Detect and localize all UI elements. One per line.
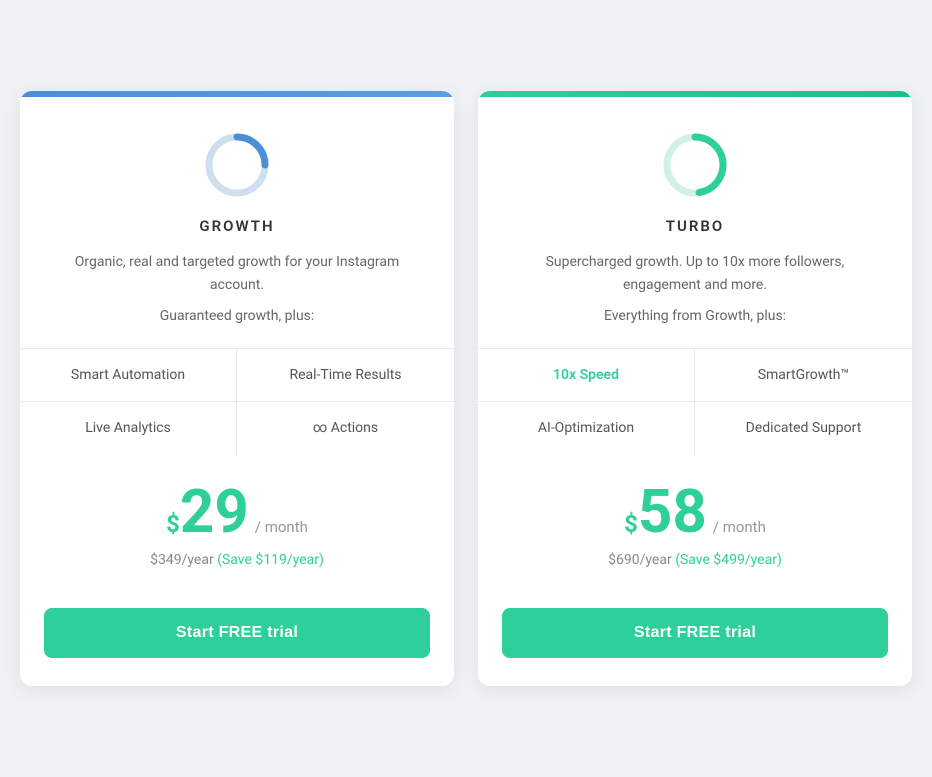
feature-cell: AI-Optimization <box>478 402 695 454</box>
price-save: (Save $499/year) <box>675 552 782 568</box>
card-tagline: Everything from Growth, plus: <box>508 308 882 324</box>
card-header: GROWTH Organic, real and targeted growth… <box>20 97 454 348</box>
price-annual: $690/year (Save $499/year) <box>508 552 882 568</box>
price-annual: $349/year (Save $119/year) <box>50 552 424 568</box>
card-growth: GROWTH Organic, real and targeted growth… <box>20 91 454 686</box>
pricing-container: GROWTH Organic, real and targeted growth… <box>20 91 912 686</box>
price-main: $ 29 / month <box>50 482 424 542</box>
card-pricing: $ 29 / month $349/year (Save $119/year) <box>20 454 454 608</box>
feature-cell: 10x Speed <box>478 349 695 402</box>
card-title: GROWTH <box>50 217 424 235</box>
price-main: $ 58 / month <box>508 482 882 542</box>
price-dollar: $ <box>624 510 638 538</box>
price-amount: 29 <box>180 482 249 542</box>
card-tagline: Guaranteed growth, plus: <box>50 308 424 324</box>
card-turbo: TURBO Supercharged growth. Up to 10x mor… <box>478 91 912 686</box>
price-period: / month <box>255 518 308 536</box>
price-period: / month <box>713 518 766 536</box>
card-description: Supercharged growth. Up to 10x more foll… <box>508 251 882 296</box>
price-amount: 58 <box>638 482 707 542</box>
price-dollar: $ <box>166 510 180 538</box>
card-footer: Start FREE trial <box>478 608 912 686</box>
card-pricing: $ 58 / month $690/year (Save $499/year) <box>478 454 912 608</box>
price-save: (Save $119/year) <box>217 552 324 568</box>
features-grid: 10x Speed SmartGrowth™ AI-Optimization D… <box>478 348 912 454</box>
feature-cell: Dedicated Support <box>695 402 912 454</box>
card-footer: Start FREE trial <box>20 608 454 686</box>
cta-button[interactable]: Start FREE trial <box>502 608 888 658</box>
card-icon <box>205 133 269 197</box>
cta-button[interactable]: Start FREE trial <box>44 608 430 658</box>
features-grid: Smart Automation Real-Time Results Live … <box>20 348 454 454</box>
card-description: Organic, real and targeted growth for yo… <box>50 251 424 296</box>
card-header: TURBO Supercharged growth. Up to 10x mor… <box>478 97 912 348</box>
card-title: TURBO <box>508 217 882 235</box>
feature-cell: Real-Time Results <box>237 349 454 402</box>
feature-cell: Smart Automation <box>20 349 237 402</box>
feature-cell: ∞ Actions <box>237 402 454 454</box>
feature-cell: Live Analytics <box>20 402 237 454</box>
feature-cell: SmartGrowth™ <box>695 349 912 402</box>
card-icon <box>663 133 727 197</box>
